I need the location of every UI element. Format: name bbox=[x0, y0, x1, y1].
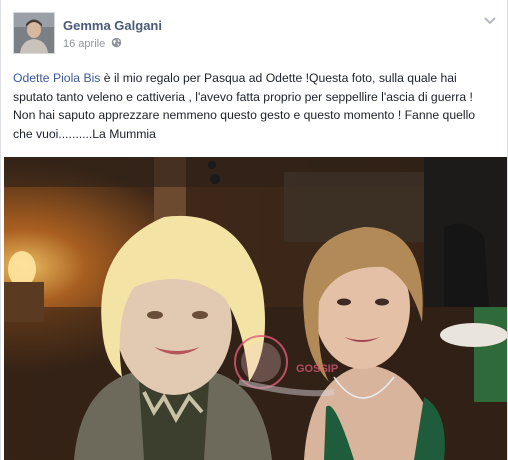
chevron-down-icon[interactable] bbox=[483, 14, 497, 26]
post-date[interactable]: 16 aprile bbox=[63, 38, 105, 50]
post-text: Odette Piola Bis è il mio regalo per Pas… bbox=[13, 69, 497, 143]
post-meta: 16 aprile bbox=[63, 37, 122, 51]
author-avatar[interactable] bbox=[13, 12, 55, 54]
globe-icon[interactable] bbox=[111, 37, 122, 51]
avatar-photo bbox=[14, 13, 54, 53]
watermark-text: GOSSIP bbox=[296, 363, 338, 375]
facebook-post: Gemma Galgani 16 aprile Odette Piola Bis… bbox=[0, 0, 508, 460]
author-name[interactable]: Gemma Galgani bbox=[63, 18, 162, 33]
post-photo[interactable]: GOSSIP bbox=[4, 157, 507, 460]
mention-link[interactable]: Odette Piola Bis bbox=[13, 71, 100, 85]
